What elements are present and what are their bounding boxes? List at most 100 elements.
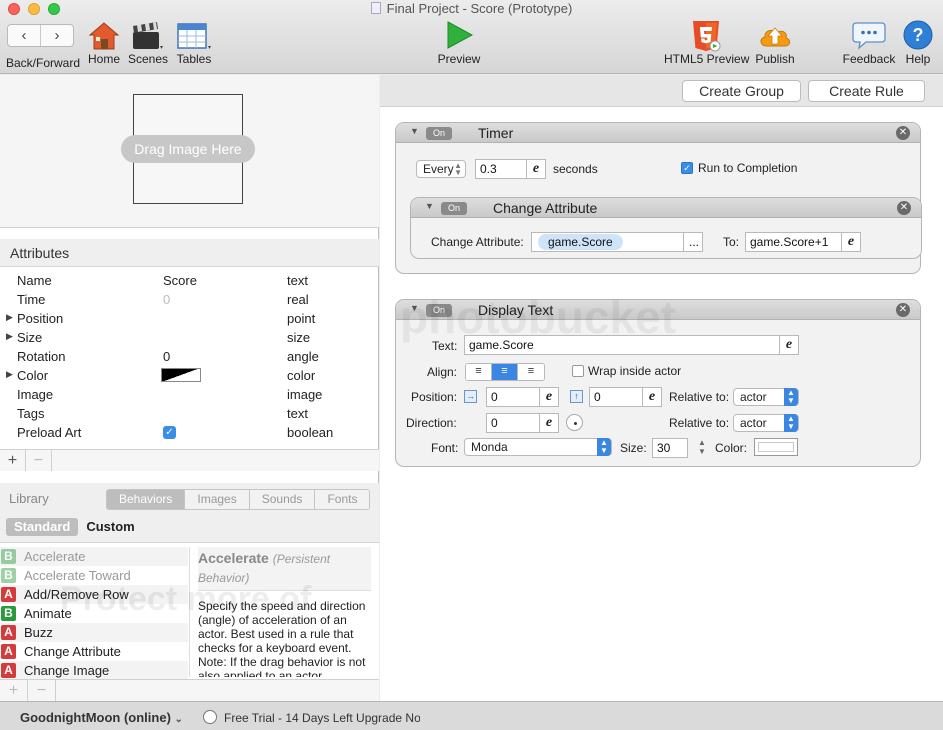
account-status-menu[interactable]: GoodnightMoon (online) ⌄ xyxy=(20,710,183,725)
text-expression-field[interactable]: game.Score xyxy=(464,335,780,355)
to-expression-field[interactable]: game.Score+1 xyxy=(745,232,843,252)
feedback-button[interactable]: Feedback xyxy=(840,20,898,68)
scenes-button[interactable]: Scenes xyxy=(126,20,170,68)
attribute-type: size xyxy=(287,330,311,345)
attribute-row-time[interactable]: Time 0 real xyxy=(0,290,379,309)
size-stepper[interactable]: ▲ ▼ xyxy=(697,438,707,458)
attribute-row-color[interactable]: ▶ Color color xyxy=(0,366,379,385)
expression-editor-icon[interactable]: e xyxy=(779,335,799,355)
close-icon[interactable]: ✕ xyxy=(897,201,911,215)
html5-preview-button[interactable]: HTML5 Preview xyxy=(664,20,749,68)
change-attribute-header: ▼ On Change Attribute ✕ xyxy=(411,198,921,218)
change-attribute-on-toggle[interactable]: On xyxy=(441,202,467,215)
attribute-name: Size xyxy=(17,330,43,345)
timer-interval-field[interactable]: 0.3 xyxy=(475,159,527,179)
timer-mode-select[interactable]: Every ▲ ▼ xyxy=(416,160,466,178)
attribute-row-rotation[interactable]: Rotation 0 angle xyxy=(0,347,379,366)
preview-button[interactable]: Preview xyxy=(436,20,482,68)
expression-editor-icon[interactable]: e xyxy=(539,413,559,433)
tab-behaviors[interactable]: Behaviors xyxy=(107,490,186,509)
direction-dial[interactable] xyxy=(566,414,583,431)
create-group-button[interactable]: Create Group xyxy=(682,80,801,102)
browse-attribute-button[interactable]: ... xyxy=(683,232,703,252)
attribute-target-field[interactable]: game.Score xyxy=(531,232,685,252)
relative-to-label: Relative to: xyxy=(669,416,730,430)
attribute-token[interactable]: game.Score xyxy=(538,234,623,250)
attribute-name: Position xyxy=(17,311,64,326)
list-item[interactable]: A Change Image xyxy=(0,661,188,680)
position-x-field[interactable]: 0 xyxy=(486,387,540,407)
font-value: Monda xyxy=(471,440,508,454)
close-icon[interactable]: ✕ xyxy=(896,303,910,317)
color-swatch[interactable] xyxy=(161,368,201,382)
attribute-type: color xyxy=(287,368,316,383)
attribute-row-name[interactable]: Name Score text xyxy=(0,271,379,290)
tab-sounds[interactable]: Sounds xyxy=(249,490,316,509)
preload-art-checkbox[interactable]: ✓ xyxy=(163,426,176,439)
attribute-row-size[interactable]: ▶ Size size xyxy=(0,328,379,347)
collapse-triangle-icon[interactable]: ▼ xyxy=(410,303,419,313)
list-item[interactable]: A Add/Remove Row xyxy=(0,585,188,604)
tab-fonts[interactable]: Fonts xyxy=(315,490,370,509)
subtab-standard[interactable]: Standard xyxy=(6,518,79,536)
publish-button[interactable]: Publish xyxy=(754,20,796,68)
help-button[interactable]: ? Help xyxy=(900,20,936,68)
list-item[interactable]: B Animate xyxy=(0,604,188,623)
action-badge-icon: A xyxy=(1,625,16,640)
direction-field[interactable]: 0 xyxy=(486,413,540,433)
font-size-field[interactable]: 30 xyxy=(652,438,688,458)
list-item[interactable]: A Buzz xyxy=(0,623,188,642)
list-item[interactable]: A Change Attribute xyxy=(0,642,188,661)
position-relative-select[interactable]: actor ▲ ▼ xyxy=(733,388,799,406)
attribute-row-tags[interactable]: Tags text xyxy=(0,404,379,423)
tables-button[interactable]: Tables xyxy=(174,20,214,68)
align-left-icon[interactable]: ≡ xyxy=(466,364,492,380)
add-behavior-button[interactable]: + xyxy=(0,680,28,701)
align-center-icon[interactable]: ≡ xyxy=(492,364,518,380)
home-button[interactable]: Home xyxy=(86,20,122,68)
position-y-field[interactable]: 0 xyxy=(589,387,643,407)
subtab-custom[interactable]: Custom xyxy=(78,518,142,536)
align-right-icon[interactable]: ≡ xyxy=(518,364,544,380)
list-item[interactable]: B Accelerate Toward xyxy=(0,566,188,585)
close-icon[interactable]: ✕ xyxy=(896,126,910,140)
disclosure-triangle-icon[interactable]: ▶ xyxy=(6,331,13,342)
expression-editor-icon[interactable]: e xyxy=(642,387,662,407)
remove-behavior-button[interactable]: − xyxy=(28,680,56,701)
attribute-row-image[interactable]: Image image xyxy=(0,385,379,404)
expression-editor-icon[interactable]: e xyxy=(841,232,861,252)
window-title-text: Final Project - Score (Prototype) xyxy=(386,1,573,16)
attribute-type: real xyxy=(287,292,309,307)
disclosure-triangle-icon[interactable]: ▶ xyxy=(6,312,13,323)
font-select[interactable]: Monda ▲ ▼ xyxy=(464,438,612,456)
timer-on-toggle[interactable]: On xyxy=(426,127,452,140)
trial-status[interactable]: Free Trial - 14 Days Left Upgrade Now xyxy=(224,711,420,725)
create-rule-button[interactable]: Create Rule xyxy=(808,80,925,102)
remove-attribute-button[interactable]: − xyxy=(26,450,52,471)
attribute-value[interactable]: 0 xyxy=(163,349,170,364)
attribute-row-position[interactable]: ▶ Position point xyxy=(0,309,379,328)
list-item[interactable]: B Accelerate xyxy=(0,547,188,566)
wrap-inside-actor-checkbox[interactable] xyxy=(572,365,584,377)
behavior-subtabs: Standard Custom xyxy=(6,518,143,536)
collapse-triangle-icon[interactable]: ▼ xyxy=(410,126,419,136)
attribute-name: Image xyxy=(17,387,54,402)
expression-editor-icon[interactable]: e xyxy=(526,159,546,179)
add-attribute-button[interactable]: + xyxy=(0,450,26,471)
position-relative-value: actor xyxy=(740,390,767,404)
drag-image-label: Drag Image Here xyxy=(121,135,255,163)
run-to-completion-checkbox[interactable]: ✓ xyxy=(681,162,693,174)
collapse-triangle-icon[interactable]: ▼ xyxy=(425,201,434,211)
text-color-well[interactable] xyxy=(754,438,798,456)
attribute-value[interactable]: Score xyxy=(163,273,197,288)
tab-images[interactable]: Images xyxy=(185,490,250,509)
behavior-badge-icon: B xyxy=(1,606,16,621)
direction-relative-select[interactable]: actor ▲ ▼ xyxy=(733,414,799,432)
timer-header: ▼ On Timer ✕ xyxy=(396,123,920,143)
y-axis-icon: ↑ xyxy=(570,390,583,403)
display-text-on-toggle[interactable]: On xyxy=(426,304,452,317)
expression-editor-icon[interactable]: e xyxy=(539,387,559,407)
timer-unit-label: seconds xyxy=(553,162,598,176)
disclosure-triangle-icon[interactable]: ▶ xyxy=(6,369,13,380)
attribute-row-preload-art[interactable]: Preload Art ✓ boolean xyxy=(0,423,379,442)
